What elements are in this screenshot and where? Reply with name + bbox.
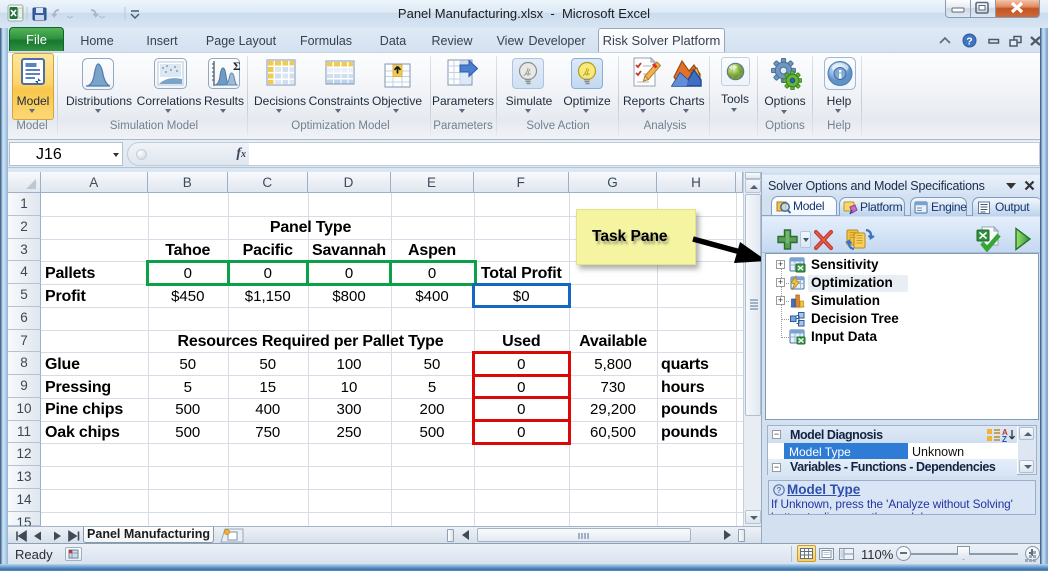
svg-text:Z: Z [1002,435,1007,442]
svg-text:?: ? [776,485,781,495]
svg-text:?: ? [966,36,972,48]
svg-text:Σ: Σ [233,59,240,73]
